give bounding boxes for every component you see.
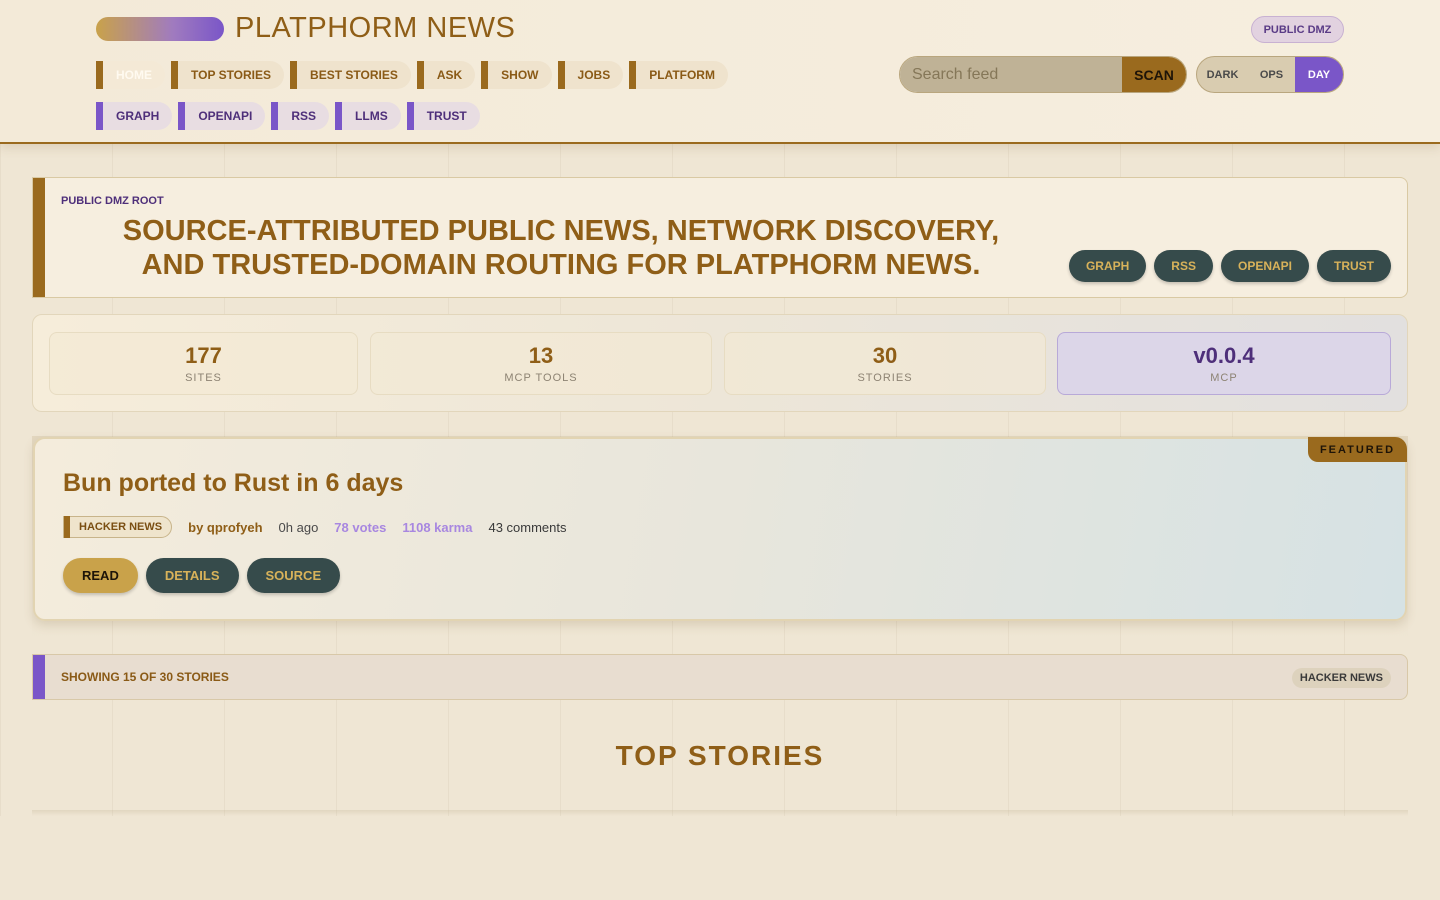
author-link[interactable]: by qprofyeh (188, 520, 262, 535)
stat-sites: 177 SITES (49, 332, 358, 395)
primary-nav: HOME TOP STORIES BEST STORIES ASK SHOW J… (96, 61, 728, 89)
mode-dark-toggle[interactable]: DARK (1197, 57, 1248, 92)
stats-panel: 177 SITES 13 MCP TOOLS 30 STORIES v0.0.4… (32, 314, 1408, 412)
featured-badge: FEATURED (1308, 437, 1407, 462)
stat-value: 177 (185, 343, 222, 368)
nav-item-ask[interactable]: ASK (416, 61, 476, 89)
hero-accent-stripe (33, 178, 45, 297)
search-bar: SCAN (899, 56, 1187, 93)
details-button[interactable]: DETAILS (145, 558, 239, 593)
source-button[interactable]: SOURCE (246, 558, 341, 593)
featured-story-meta: HACKER NEWS by qprofyeh 0h ago 78 votes … (63, 516, 567, 538)
stat-label: MCP (1210, 372, 1238, 384)
nav-item-top-stories[interactable]: TOP STORIES (171, 61, 285, 89)
stat-value: 30 (872, 343, 898, 368)
theme-mode-switch: DARK OPS DAY (1196, 56, 1344, 93)
scan-button[interactable]: SCAN (1122, 57, 1186, 92)
public-dmz-badge: PUBLIC DMZ (1251, 16, 1344, 43)
nav-item-jobs[interactable]: JOBS (557, 61, 624, 89)
hero-title: SOURCE-ATTRIBUTED PUBLIC NEWS, NETWORK D… (122, 215, 1000, 281)
source-chip[interactable]: HACKER NEWS (63, 516, 173, 538)
story-count-summary: SHOWING 15 OF 30 STORIES (61, 670, 229, 684)
nav-item-show[interactable]: SHOW (481, 61, 552, 89)
stat-value: v0.0.4 (1193, 343, 1255, 368)
nav-item-llms[interactable]: LLMS (335, 102, 401, 130)
karma-count: 1108 karma (402, 519, 473, 535)
nav-item-trust[interactable]: TRUST (406, 102, 480, 130)
comments-link[interactable]: 43 comments (488, 520, 566, 535)
hero-link-rss[interactable]: RSS (1154, 250, 1213, 282)
stat-stories: 30 STORIES (724, 332, 1046, 395)
stat-mcp-tools: 13 MCP TOOLS (370, 332, 712, 395)
featured-story-card: FEATURED Bun ported to Rust in 6 days HA… (33, 437, 1407, 621)
site-header: PLATPHORM NEWS PUBLIC DMZ HOME TOP STORI… (0, 0, 1440, 144)
hero-panel: PUBLIC DMZ ROOT SOURCE-ATTRIBUTED PUBLIC… (32, 177, 1408, 298)
search-input[interactable] (900, 57, 1122, 92)
stat-label: SITES (185, 372, 222, 384)
hero-link-graph[interactable]: GRAPH (1068, 250, 1147, 282)
stat-value: 13 (528, 343, 554, 368)
featured-story-title[interactable]: Bun ported to Rust in 6 days (63, 469, 403, 498)
hero-link-trust[interactable]: TRUST (1317, 250, 1391, 282)
time-ago: 0h ago (278, 519, 319, 535)
source-filter-chip[interactable]: HACKER NEWS (1291, 668, 1391, 688)
brand-logo-bar[interactable] (96, 17, 224, 41)
featured-actions: READ DETAILS SOURCE (63, 558, 341, 593)
mode-ops-toggle[interactable]: OPS (1248, 57, 1295, 92)
stat-mcp-version: v0.0.4 MCP (1057, 332, 1391, 395)
hero-links: GRAPH RSS OPENAPI TRUST (1068, 250, 1391, 282)
read-button[interactable]: READ (63, 558, 138, 593)
section-title: TOP STORIES (615, 740, 825, 771)
secondary-nav: GRAPH OPENAPI RSS LLMS TRUST (96, 102, 480, 130)
nav-item-platform[interactable]: PLATFORM (629, 61, 728, 89)
brand-title[interactable]: PLATPHORM NEWS (235, 12, 515, 45)
votes-count: 78 votes (334, 519, 387, 535)
stat-label: MCP TOOLS (504, 372, 578, 384)
story-filter-bar: SHOWING 15 OF 30 STORIES HACKER NEWS (32, 654, 1408, 700)
hero-kicker: PUBLIC DMZ ROOT (61, 195, 164, 207)
nav-item-openapi[interactable]: OPENAPI (178, 102, 266, 130)
stat-label: STORIES (857, 372, 913, 384)
nav-item-graph[interactable]: GRAPH (96, 102, 173, 130)
nav-item-best-stories[interactable]: BEST STORIES (290, 61, 411, 89)
filter-accent-stripe (33, 655, 45, 699)
nav-item-home[interactable]: HOME (96, 61, 165, 89)
hero-link-openapi[interactable]: OPENAPI (1220, 250, 1309, 282)
mode-day-toggle[interactable]: DAY (1295, 57, 1343, 92)
section-divider (32, 810, 1408, 816)
nav-item-rss[interactable]: RSS (271, 102, 330, 130)
